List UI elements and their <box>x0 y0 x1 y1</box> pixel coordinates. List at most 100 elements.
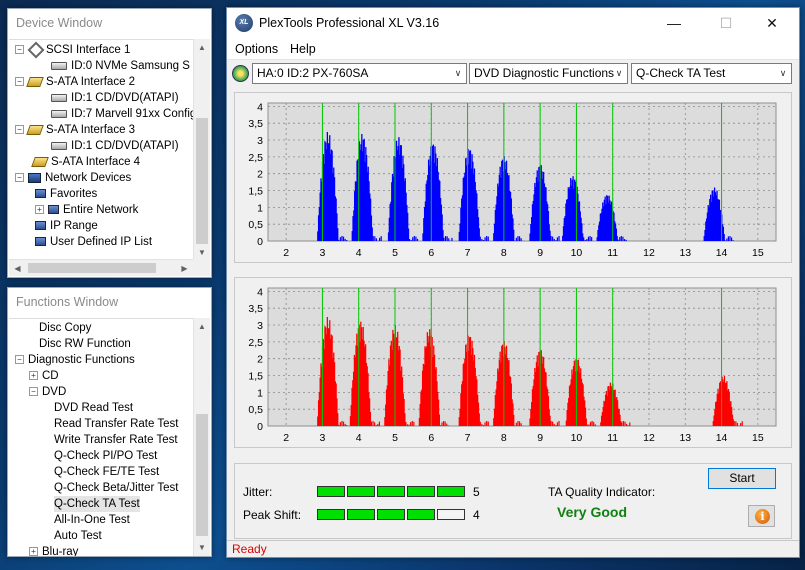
peak-shift-segment <box>317 509 345 520</box>
tree-item[interactable]: Auto Test <box>54 528 102 544</box>
x-tick-label: 2 <box>283 247 289 259</box>
tree-item[interactable]: DVD Read Test <box>54 400 133 416</box>
collapse-icon[interactable]: − <box>15 173 24 183</box>
x-tick-label: 3 <box>320 432 326 444</box>
chevron-down-icon[interactable]: ∨ <box>450 64 466 83</box>
info-button[interactable]: i <box>748 505 775 527</box>
x-tick-label: 12 <box>643 432 655 444</box>
expand-icon[interactable]: + <box>29 371 38 381</box>
tree-item[interactable]: Favorites <box>35 186 97 202</box>
tree-item-label: ID:0 NVMe Samsung S <box>71 60 190 72</box>
y-tick-label: 1,5 <box>248 186 263 198</box>
tree-item[interactable]: Q-Check TA Test <box>54 496 140 512</box>
functions-vertical-scrollbar[interactable]: ▲ ▼ <box>193 318 210 556</box>
tree-item-label: Q-Check Beta/Jitter Test <box>54 482 179 494</box>
tree-item-label: Network Devices <box>45 172 132 184</box>
tree-item[interactable]: Write Transfer Rate Test <box>54 432 178 448</box>
sata-icon <box>26 76 44 87</box>
x-tick-label: 7 <box>465 432 471 444</box>
scroll-thumb[interactable] <box>196 118 208 244</box>
scroll-left-icon[interactable]: ◀ <box>9 260 26 277</box>
tree-item[interactable]: Disc RW Function <box>39 336 131 352</box>
y-tick-label: 1 <box>257 387 263 399</box>
tree-item-label: SCSI Interface 1 <box>46 44 131 56</box>
ta-quality-label: TA Quality Indicator: <box>548 485 656 499</box>
device-window: Device Window − SCSI Interface 1 ID:0 NVMe… <box>7 8 212 278</box>
device-horizontal-scrollbar[interactable]: ◀ ▶ <box>9 259 193 276</box>
tree-item-label: ID:7 Marvell 91xx Config <box>71 108 193 120</box>
tree-item[interactable]: − S-ATA Interface 2 <box>15 74 135 90</box>
expand-icon[interactable]: + <box>29 547 38 556</box>
tree-item[interactable]: ID:1 CD/DVD(ATAPI) <box>51 138 179 154</box>
scroll-up-icon[interactable]: ▲ <box>194 39 210 56</box>
tree-item[interactable]: Q-Check FE/TE Test <box>54 464 159 480</box>
tree-item[interactable]: + CD <box>29 368 59 384</box>
chevron-down-icon[interactable]: ∨ <box>611 64 627 83</box>
tree-item-label: IP Range <box>50 220 98 232</box>
tree-item[interactable]: − DVD <box>29 384 66 400</box>
peak-shift-value: 4 <box>473 508 480 522</box>
tree-item[interactable]: Q-Check Beta/Jitter Test <box>54 480 178 496</box>
chevron-down-icon[interactable]: ∨ <box>775 64 791 83</box>
drive-select[interactable]: HA:0 ID:2 PX-760SA ∨ <box>252 63 467 84</box>
tree-item-label: DVD Read Test <box>54 402 134 414</box>
collapse-icon[interactable]: − <box>15 45 24 55</box>
x-tick-label: 10 <box>571 247 583 259</box>
tree-item-label: DVD <box>42 386 67 398</box>
jitter-meter <box>317 486 469 497</box>
close-icon[interactable]: ✕ <box>749 8 795 38</box>
x-tick-label: 9 <box>537 247 543 259</box>
test-select[interactable]: Q-Check TA Test ∨ <box>631 63 792 84</box>
scroll-thumb[interactable] <box>28 263 156 273</box>
tree-item[interactable]: − S-ATA Interface 3 <box>15 122 135 138</box>
plextools-logo: XL <box>235 14 253 32</box>
scroll-right-icon[interactable]: ▶ <box>176 260 193 277</box>
tree-item[interactable]: S-ATA Interface 4 <box>31 154 141 170</box>
tree-item[interactable]: ID:1 CD/DVD(ATAPI) <box>51 90 179 106</box>
tree-item-label: Auto Test <box>54 530 102 542</box>
scroll-up-icon[interactable]: ▲ <box>194 318 210 335</box>
info-icon: i <box>755 509 770 524</box>
peak-shift-segment <box>407 509 435 520</box>
expand-icon[interactable]: + <box>35 205 44 215</box>
tree-item[interactable]: User Defined IP List <box>35 234 152 250</box>
x-tick-label: 6 <box>428 432 434 444</box>
collapse-icon[interactable]: − <box>15 355 24 365</box>
scroll-down-icon[interactable]: ▼ <box>194 539 210 556</box>
x-tick-label: 4 <box>356 432 362 444</box>
tree-item-label: CD <box>42 370 59 382</box>
tree-item[interactable]: − SCSI Interface 1 <box>15 41 131 59</box>
tree-item[interactable]: Q-Check PI/PO Test <box>54 448 157 464</box>
minimize-icon[interactable]: — <box>651 8 697 38</box>
tree-item[interactable]: ID:0 NVMe Samsung S <box>51 58 190 74</box>
tree-item[interactable]: ID:7 Marvell 91xx Config <box>51 106 193 122</box>
x-tick-label: 13 <box>679 432 691 444</box>
collapse-icon[interactable]: − <box>29 387 38 397</box>
jitter-segment <box>437 486 465 497</box>
menu-options[interactable]: Options <box>235 38 278 60</box>
tree-item-label: Read Transfer Rate Test <box>54 418 179 430</box>
tree-item[interactable]: IP Range <box>35 218 98 234</box>
function-select[interactable]: DVD Diagnostic Functions ∨ <box>469 63 628 84</box>
scroll-thumb[interactable] <box>196 414 208 536</box>
menu-help[interactable]: Help <box>290 38 316 60</box>
tree-item[interactable]: All-In-One Test <box>54 512 130 528</box>
peak-shift-segment <box>347 509 375 520</box>
x-tick-label: 8 <box>501 432 507 444</box>
tree-item[interactable]: Read Transfer Rate Test <box>54 416 178 432</box>
tree-item[interactable]: − Network Devices <box>15 170 131 186</box>
tree-item-label: S-ATA Interface 4 <box>51 156 141 168</box>
tree-item[interactable]: + Entire Network <box>35 202 138 218</box>
maximize-icon[interactable]: ☐ <box>703 8 749 38</box>
device-vertical-scrollbar[interactable]: ▲ ▼ <box>193 39 210 261</box>
tree-item[interactable]: + Blu-ray <box>29 544 78 556</box>
collapse-icon[interactable]: − <box>15 77 24 87</box>
start-button[interactable]: Start <box>708 468 776 489</box>
y-tick-label: 0,5 <box>248 404 263 416</box>
drive-select-value: HA:0 ID:2 PX-760SA <box>257 66 369 80</box>
menu-bar: Options Help <box>227 38 799 60</box>
collapse-icon[interactable]: − <box>15 125 24 135</box>
tree-item[interactable]: Disc Copy <box>39 320 91 336</box>
window-title: PlexTools Professional XL V3.16 <box>259 16 440 30</box>
tree-item[interactable]: − Diagnostic Functions <box>15 352 135 368</box>
